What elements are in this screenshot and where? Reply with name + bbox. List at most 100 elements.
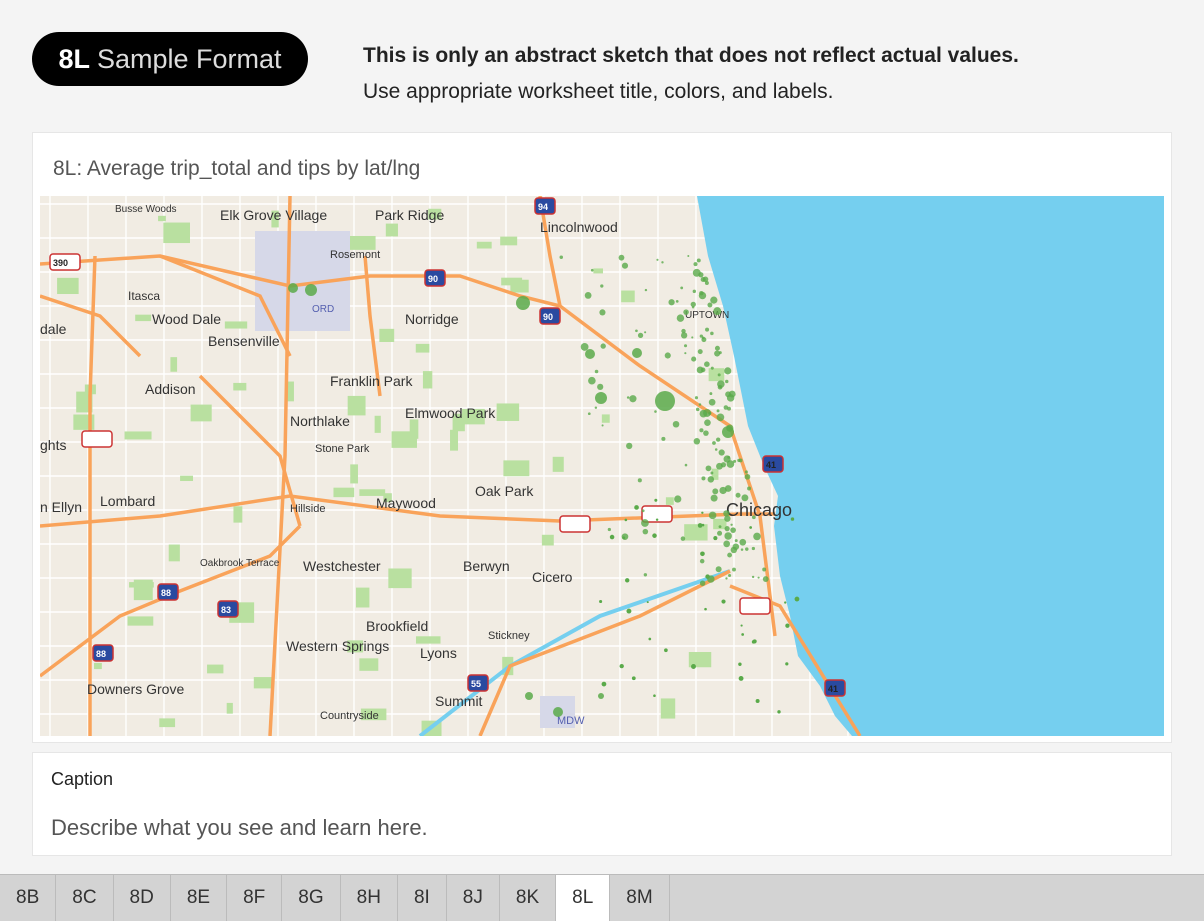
- trip-mark: [641, 519, 649, 527]
- tab-8l[interactable]: 8L: [556, 875, 611, 921]
- place-label: Brookfield: [366, 618, 428, 634]
- trip-mark: [683, 344, 688, 348]
- trip-mark: [718, 525, 722, 529]
- trip-mark: [737, 458, 741, 463]
- trip-mark: [716, 413, 725, 422]
- trip-mark: [654, 498, 658, 502]
- trip-mark: [646, 601, 649, 604]
- place-label: Oakbrook Terrace: [200, 558, 280, 569]
- trip-mark: [588, 376, 596, 385]
- trip-mark: [655, 518, 659, 521]
- place-label: Bensenville: [208, 333, 280, 349]
- trip-mark: [698, 291, 707, 300]
- tab-8k[interactable]: 8K: [500, 875, 557, 921]
- trip-mark: [726, 424, 734, 432]
- highway-shield-icon: 290: [559, 515, 591, 533]
- tab-8f[interactable]: 8F: [227, 875, 283, 921]
- map-canvas[interactable]: Busse Woods Elk Grove Village Park Ridge Li…: [40, 196, 1164, 736]
- park: [450, 429, 459, 451]
- tab-8e[interactable]: 8E: [171, 875, 228, 921]
- tab-8b[interactable]: 8B: [0, 875, 57, 921]
- badge-label: Sample Format: [96, 43, 282, 74]
- tab-8m[interactable]: 8M: [610, 875, 670, 921]
- trip-mark: [718, 449, 725, 456]
- trip-mark: [785, 662, 789, 666]
- place-label: Franklin Park: [330, 373, 413, 389]
- park: [180, 475, 194, 482]
- trip-mark: [305, 284, 317, 296]
- place-label: Cicero: [532, 569, 573, 585]
- trip-mark: [684, 352, 687, 355]
- highway-shield-icon: 55: [467, 674, 489, 692]
- trip-mark: [721, 599, 726, 604]
- caption-input[interactable]: Describe what you see and learn here.: [51, 815, 428, 841]
- tab-8j[interactable]: 8J: [447, 875, 500, 921]
- trip-mark: [668, 299, 675, 306]
- tab-8d[interactable]: 8D: [114, 875, 171, 921]
- trip-mark: [708, 411, 712, 415]
- highway-shield-icon: 390: [49, 253, 81, 271]
- place-label: Maywood: [376, 495, 436, 511]
- place-label: Itasca: [128, 289, 160, 303]
- trip-mark: [648, 637, 652, 641]
- trip-mark: [713, 536, 718, 541]
- trip-mark: [642, 528, 649, 535]
- trip-mark: [713, 307, 722, 316]
- tab-8g[interactable]: 8G: [282, 875, 341, 921]
- map-view[interactable]: Busse Woods Elk Grove Village Park Ridge Li…: [40, 196, 1164, 736]
- trip-mark: [656, 258, 659, 261]
- trip-mark: [691, 356, 697, 362]
- trip-mark: [675, 300, 679, 303]
- shield-label: 41: [766, 460, 776, 470]
- park: [684, 524, 708, 541]
- trip-mark: [694, 396, 699, 400]
- trip-mark: [705, 574, 710, 579]
- trip-mark: [661, 436, 666, 441]
- note-line-1: This is only an abstract sketch that doe…: [363, 44, 1019, 67]
- trip-mark: [738, 675, 744, 681]
- trip-mark: [693, 262, 698, 267]
- park: [94, 662, 102, 670]
- trip-mark: [724, 515, 731, 522]
- worksheet-title: 8L: Average trip_total and tips by lat/l…: [53, 157, 421, 180]
- trip-mark: [626, 442, 633, 450]
- trip-mark: [672, 420, 680, 428]
- trip-mark: [705, 465, 712, 472]
- trip-mark: [724, 532, 732, 540]
- trip-mark: [710, 331, 714, 336]
- park: [57, 277, 79, 295]
- trip-mark: [516, 296, 530, 310]
- trip-mark: [587, 412, 591, 416]
- trip-mark: [710, 296, 718, 304]
- place-label: Hillside: [290, 503, 325, 515]
- place-label: Stickney: [488, 630, 530, 642]
- place-label: Addison: [145, 381, 196, 397]
- trip-mark: [749, 526, 753, 529]
- tab-8i[interactable]: 8I: [398, 875, 447, 921]
- trip-mark: [559, 255, 564, 259]
- trip-mark: [637, 332, 644, 339]
- trip-mark: [652, 533, 657, 538]
- park: [359, 658, 379, 671]
- tab-8c[interactable]: 8C: [56, 875, 114, 921]
- trip-mark: [753, 532, 761, 541]
- tab-8h[interactable]: 8H: [341, 875, 398, 921]
- park: [133, 579, 153, 601]
- shield-label: 88: [96, 649, 106, 659]
- place-label: ORD: [312, 304, 334, 315]
- trip-mark: [644, 288, 648, 292]
- trip-mark: [701, 511, 704, 514]
- shield-label: 83: [221, 605, 231, 615]
- trip-mark: [625, 578, 630, 583]
- trip-mark: [600, 343, 606, 349]
- park: [207, 664, 224, 674]
- trip-mark: [654, 410, 657, 413]
- trip-mark: [724, 367, 732, 375]
- highway-shield-icon: 355: [81, 430, 113, 448]
- trip-mark: [725, 577, 728, 580]
- park: [347, 395, 366, 416]
- shield-label: 90-94: [743, 602, 766, 612]
- park: [621, 290, 635, 303]
- highway-shield-icon: 90-94: [739, 597, 771, 615]
- trip-mark: [699, 558, 705, 564]
